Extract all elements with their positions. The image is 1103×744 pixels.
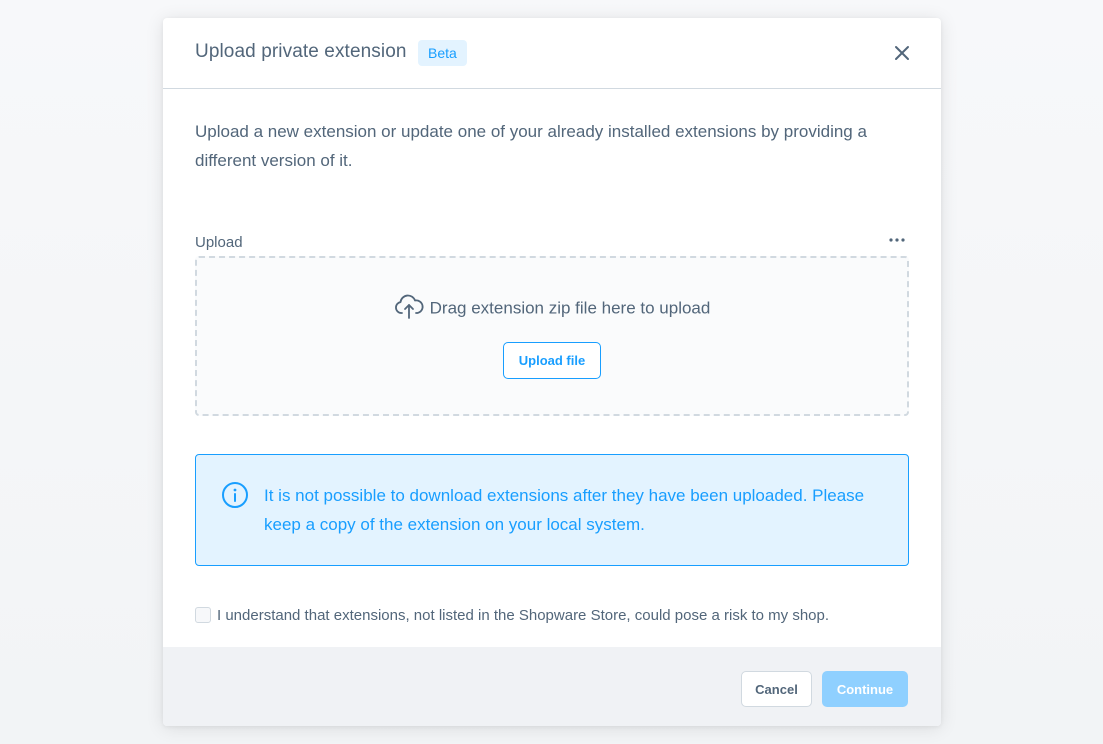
close-button[interactable]: [891, 42, 913, 64]
upload-dropzone[interactable]: Drag extension zip file here to upload U…: [195, 256, 909, 416]
close-icon: [895, 46, 909, 60]
beta-badge: Beta: [418, 40, 467, 66]
modal-description: Upload a new extension or update one of …: [195, 122, 867, 170]
info-icon: [222, 482, 248, 508]
upload-extension-modal: Upload private extension Beta Upload a n…: [163, 18, 941, 726]
consent-checkbox[interactable]: [195, 607, 211, 623]
upload-file-button[interactable]: Upload file: [503, 342, 601, 379]
cancel-button[interactable]: Cancel: [741, 671, 812, 707]
upload-label: Upload: [195, 234, 243, 251]
more-icon: [889, 238, 905, 242]
modal-title: Upload private extension: [195, 41, 407, 62]
info-text: It is not possible to download extension…: [264, 486, 865, 534]
modal-header: Upload private extension Beta: [163, 18, 941, 89]
dropzone-text: Drag extension zip file here to upload: [429, 298, 711, 318]
info-alert: It is not possible to download extension…: [195, 454, 909, 566]
dropzone-row: Drag extension zip file here to upload: [197, 294, 907, 322]
consent-label[interactable]: I understand that extensions, not listed…: [217, 607, 829, 624]
cloud-upload-icon: [394, 294, 424, 320]
upload-more-button[interactable]: [887, 233, 907, 247]
modal-footer: Cancel Continue: [163, 647, 941, 726]
continue-button[interactable]: Continue: [822, 671, 908, 707]
consent-row: I understand that extensions, not listed…: [195, 605, 909, 627]
